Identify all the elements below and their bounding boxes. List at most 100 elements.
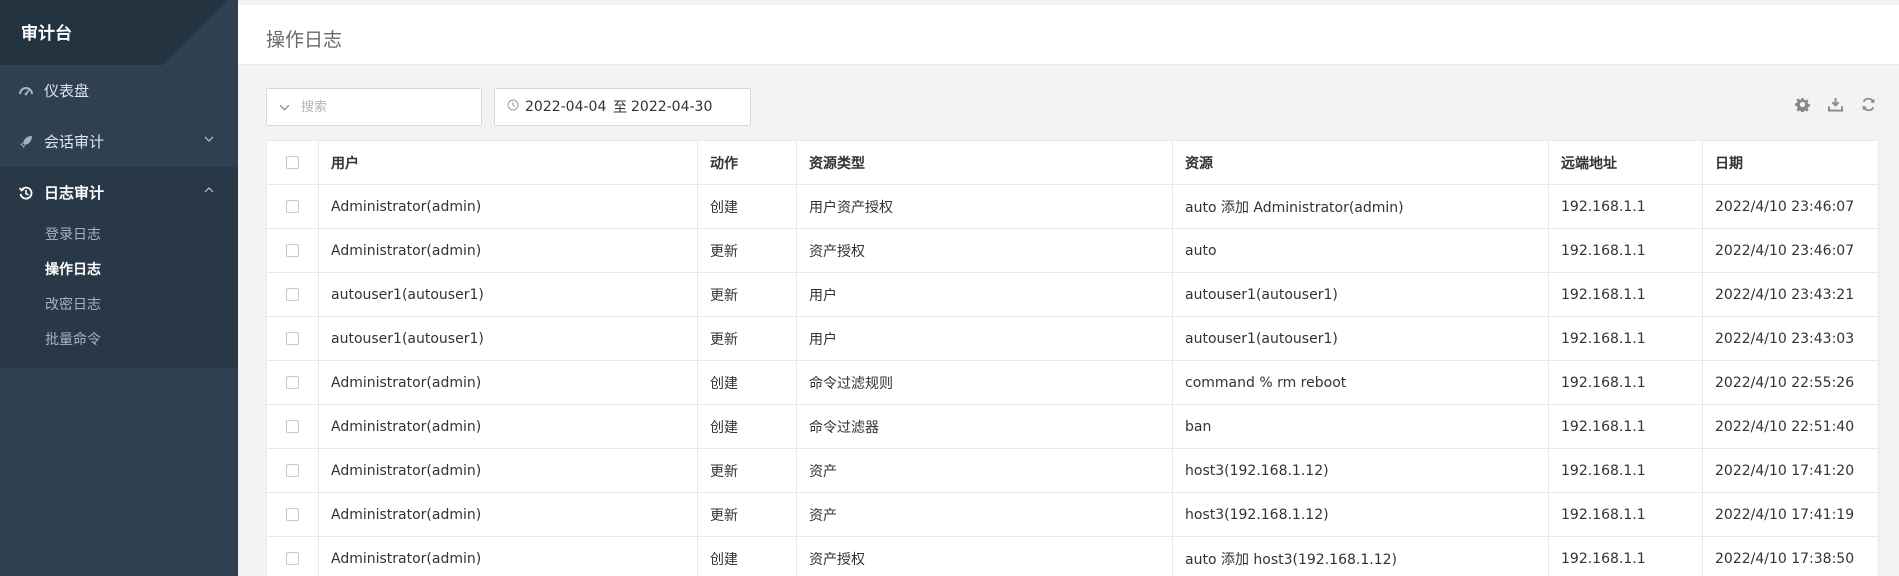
row-checkbox-cell bbox=[266, 404, 319, 449]
sidebar-item-dashboard[interactable]: 仪表盘 bbox=[0, 65, 238, 116]
sidebar-group-log-audit: 日志审计 登录日志 操作日志 改密日志 批量命令 bbox=[0, 167, 238, 368]
row-checkbox[interactable] bbox=[286, 244, 299, 257]
cell-remote-addr: 192.168.1.1 bbox=[1548, 316, 1703, 361]
cell-resource: auto 添加 Administrator(admin) bbox=[1172, 184, 1549, 229]
search-field-dropdown[interactable] bbox=[267, 102, 301, 113]
row-checkbox[interactable] bbox=[286, 200, 299, 213]
sidebar-item-label: 日志审计 bbox=[44, 184, 105, 202]
date-separator: 至 bbox=[613, 100, 627, 116]
cell-date: 2022/4/10 23:43:03 bbox=[1702, 316, 1879, 361]
cell-user: Administrator(admin) bbox=[318, 492, 698, 537]
cell-resource-type: 用户 bbox=[796, 316, 1173, 361]
table-row[interactable]: Administrator(admin) 创建 命令过滤规则 command %… bbox=[266, 360, 1879, 405]
chevron-up-icon bbox=[204, 184, 214, 198]
cell-remote-addr: 192.168.1.1 bbox=[1548, 536, 1703, 576]
operation-log-table: 用户 动作 资源类型 资源 远端地址 日期 Administrator(admi… bbox=[266, 140, 1879, 576]
row-checkbox[interactable] bbox=[286, 288, 299, 301]
row-checkbox-cell bbox=[266, 536, 319, 576]
row-checkbox-cell bbox=[266, 184, 319, 229]
cell-remote-addr: 192.168.1.1 bbox=[1548, 448, 1703, 493]
refresh-icon[interactable] bbox=[1859, 95, 1878, 114]
cell-resource: host3(192.168.1.12) bbox=[1172, 448, 1549, 493]
select-all-checkbox-cell bbox=[266, 140, 319, 185]
rocket-icon bbox=[18, 134, 34, 150]
table-row[interactable]: Administrator(admin) 创建 用户资产授权 auto 添加 A… bbox=[266, 184, 1879, 229]
cell-resource-type: 用户 bbox=[796, 272, 1173, 317]
cell-date: 2022/4/10 22:51:40 bbox=[1702, 404, 1879, 449]
cell-action: 创建 bbox=[697, 360, 797, 405]
row-checkbox-cell bbox=[266, 272, 319, 317]
sidebar-item-operation-log[interactable]: 操作日志 bbox=[0, 253, 238, 288]
cell-resource: command % rm reboot bbox=[1172, 360, 1549, 405]
cell-remote-addr: 192.168.1.1 bbox=[1548, 272, 1703, 317]
column-header-user[interactable]: 用户 bbox=[318, 140, 698, 185]
sidebar-item-password-change-log[interactable]: 改密日志 bbox=[0, 288, 238, 323]
row-checkbox-cell bbox=[266, 448, 319, 493]
table-row[interactable]: autouser1(autouser1) 更新 用户 autouser1(aut… bbox=[266, 272, 1879, 317]
cell-resource-type: 资产 bbox=[796, 492, 1173, 537]
table-row[interactable]: Administrator(admin) 更新 资产 host3(192.168… bbox=[266, 492, 1879, 537]
cell-date: 2022/4/10 23:43:21 bbox=[1702, 272, 1879, 317]
column-header-action[interactable]: 动作 bbox=[697, 140, 797, 185]
date-start[interactable]: 2022-04-04 bbox=[525, 99, 609, 115]
cell-resource-type: 资产 bbox=[796, 448, 1173, 493]
select-all-checkbox[interactable] bbox=[286, 156, 299, 169]
sidebar-item-label: 会话审计 bbox=[44, 133, 105, 151]
cell-resource-type: 资产授权 bbox=[796, 228, 1173, 273]
history-icon bbox=[18, 185, 34, 201]
cell-action: 创建 bbox=[697, 536, 797, 576]
cell-date: 2022/4/10 17:41:20 bbox=[1702, 448, 1879, 493]
page-header: 操作日志 bbox=[238, 5, 1899, 65]
column-header-remote-addr[interactable]: 远端地址 bbox=[1548, 140, 1703, 185]
cell-date: 2022/4/10 22:55:26 bbox=[1702, 360, 1879, 405]
chevron-down-icon bbox=[204, 133, 214, 147]
cell-user: autouser1(autouser1) bbox=[318, 316, 698, 361]
table-row[interactable]: autouser1(autouser1) 更新 用户 autouser1(aut… bbox=[266, 316, 1879, 361]
row-checkbox[interactable] bbox=[286, 420, 299, 433]
cell-resource: autouser1(autouser1) bbox=[1172, 272, 1549, 317]
row-checkbox[interactable] bbox=[286, 376, 299, 389]
row-checkbox-cell bbox=[266, 316, 319, 361]
date-range-picker[interactable]: 2022-04-04 至 2022-04-30 bbox=[494, 88, 751, 126]
chevron-down-icon bbox=[279, 104, 289, 111]
cell-action: 更新 bbox=[697, 272, 797, 317]
table-row[interactable]: Administrator(admin) 创建 命令过滤器 ban 192.16… bbox=[266, 404, 1879, 449]
cell-resource: autouser1(autouser1) bbox=[1172, 316, 1549, 361]
row-checkbox[interactable] bbox=[286, 332, 299, 345]
column-header-date[interactable]: 日期 bbox=[1702, 140, 1879, 185]
row-checkbox[interactable] bbox=[286, 464, 299, 477]
cell-user: Administrator(admin) bbox=[318, 536, 698, 576]
cell-resource-type: 命令过滤器 bbox=[796, 404, 1173, 449]
cell-resource-type: 用户资产授权 bbox=[796, 184, 1173, 229]
cell-user: autouser1(autouser1) bbox=[318, 272, 698, 317]
cell-user: Administrator(admin) bbox=[318, 448, 698, 493]
cell-date: 2022/4/10 17:38:50 bbox=[1702, 536, 1879, 576]
column-header-resource-type[interactable]: 资源类型 bbox=[796, 140, 1173, 185]
sidebar-item-log-audit[interactable]: 日志审计 bbox=[0, 167, 238, 218]
cell-date: 2022/4/10 17:41:19 bbox=[1702, 492, 1879, 537]
table-row[interactable]: Administrator(admin) 更新 资产授权 auto 192.16… bbox=[266, 228, 1879, 273]
sidebar-item-batch-command[interactable]: 批量命令 bbox=[0, 323, 238, 358]
row-checkbox[interactable] bbox=[286, 552, 299, 565]
cell-resource-type: 命令过滤规则 bbox=[796, 360, 1173, 405]
cell-remote-addr: 192.168.1.1 bbox=[1548, 360, 1703, 405]
cell-remote-addr: 192.168.1.1 bbox=[1548, 184, 1703, 229]
cell-user: Administrator(admin) bbox=[318, 360, 698, 405]
table-row[interactable]: Administrator(admin) 更新 资产 host3(192.168… bbox=[266, 448, 1879, 493]
main-area: 操作日志 2022-04-04 至 2022-04-30 bbox=[238, 0, 1899, 576]
table-row[interactable]: Administrator(admin) 创建 资产授权 auto 添加 hos… bbox=[266, 536, 1879, 576]
cell-remote-addr: 192.168.1.1 bbox=[1548, 228, 1703, 273]
row-checkbox[interactable] bbox=[286, 508, 299, 521]
brand-title[interactable]: 审计台 bbox=[0, 0, 238, 65]
search-input[interactable] bbox=[301, 92, 461, 122]
sidebar: 审计台 仪表盘 会话审计 日志审计 登录日志 操作日志 改密日志 批量命令 bbox=[0, 0, 238, 576]
table-body: Administrator(admin) 创建 用户资产授权 auto 添加 A… bbox=[266, 184, 1879, 576]
row-checkbox-cell bbox=[266, 492, 319, 537]
download-icon[interactable] bbox=[1826, 95, 1845, 114]
cell-resource: auto bbox=[1172, 228, 1549, 273]
date-end[interactable]: 2022-04-30 bbox=[631, 99, 716, 115]
sidebar-item-login-log[interactable]: 登录日志 bbox=[0, 218, 238, 253]
column-header-resource[interactable]: 资源 bbox=[1172, 140, 1549, 185]
sidebar-item-session-audit[interactable]: 会话审计 bbox=[0, 116, 238, 167]
gear-icon[interactable] bbox=[1793, 95, 1812, 114]
